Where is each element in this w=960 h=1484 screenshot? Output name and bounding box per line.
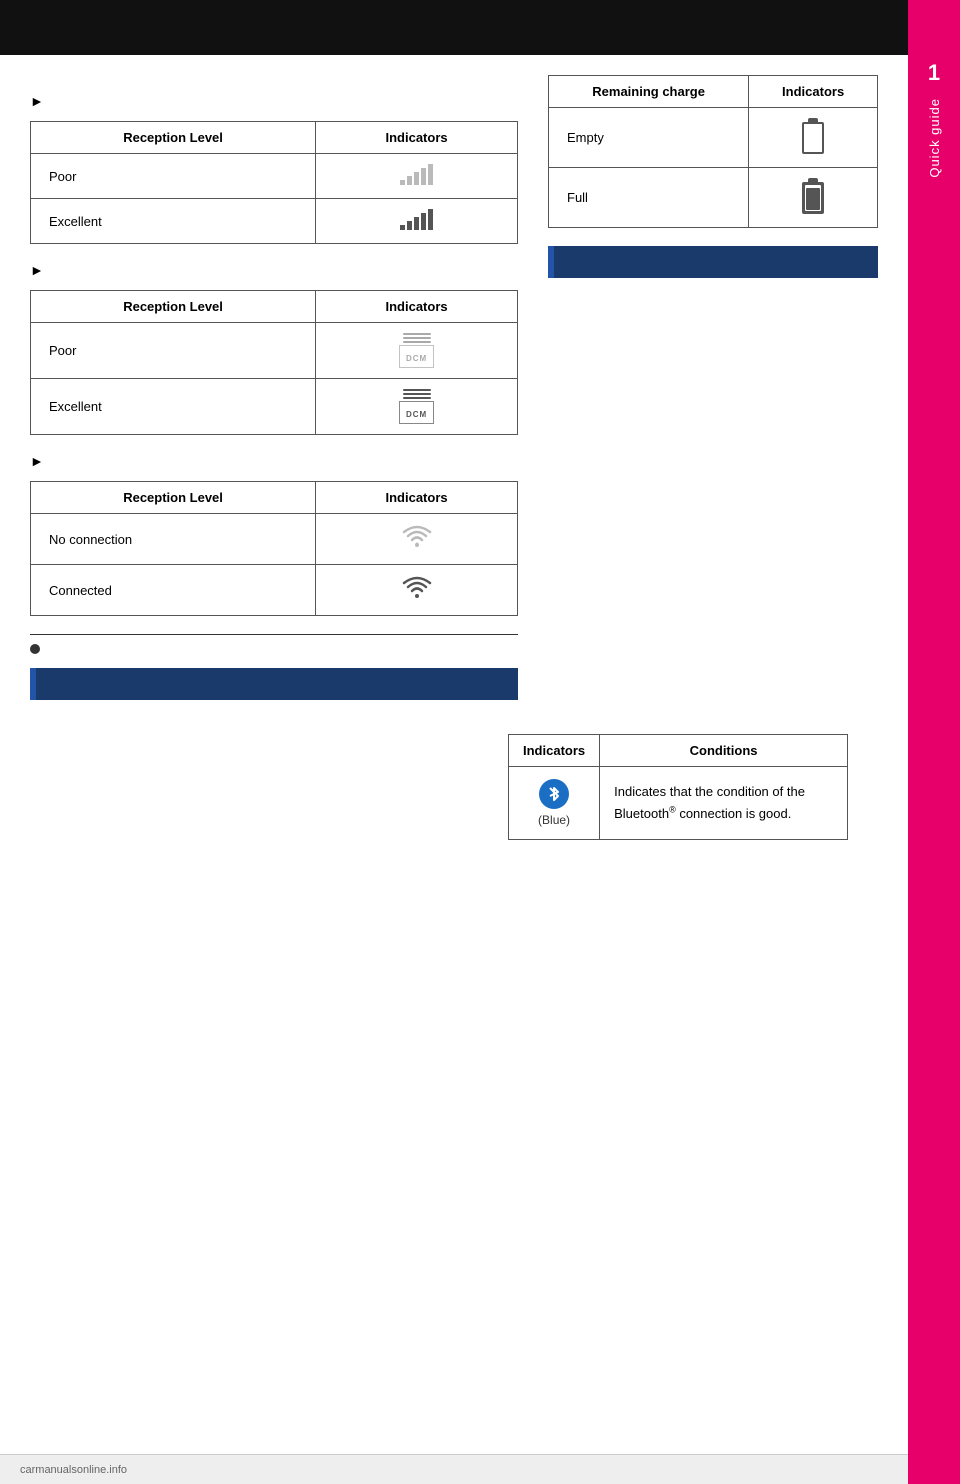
blue-note-box-left bbox=[30, 668, 518, 700]
table4-header1: Remaining charge bbox=[549, 76, 749, 108]
table-row: Connected bbox=[31, 565, 518, 616]
table-row: Excellent DCM bbox=[31, 379, 518, 435]
table-row: Empty bbox=[549, 108, 878, 168]
section-header-1: ► bbox=[30, 93, 518, 109]
table4-row1-level: Empty bbox=[549, 108, 749, 168]
two-col-layout: ► Reception Level Indicators Poor bbox=[30, 75, 878, 714]
table3-header1: Reception Level bbox=[31, 482, 316, 514]
table1-row1-indicator bbox=[316, 154, 518, 199]
wifi-noconnection-icon bbox=[402, 524, 432, 554]
bottom-section: Indicators Conditions (Blue) bbox=[30, 734, 878, 840]
signal-poor-icon bbox=[400, 164, 433, 185]
section-header-2: ► bbox=[30, 262, 518, 278]
table5-header1: Indicators bbox=[509, 735, 600, 767]
triangle-icon-1: ► bbox=[30, 93, 44, 109]
table-row: No connection bbox=[31, 514, 518, 565]
table5-header2: Conditions bbox=[600, 735, 848, 767]
dcm-poor-icon: DCM bbox=[330, 333, 503, 368]
wifi-connected-icon bbox=[402, 575, 432, 605]
triangle-icon-2: ► bbox=[30, 262, 44, 278]
battery-empty-icon bbox=[802, 118, 824, 154]
table2-row2-indicator: DCM bbox=[316, 379, 518, 435]
bullet-circle-icon bbox=[30, 644, 40, 654]
table-row: Poor bbox=[31, 154, 518, 199]
table-row: Excellent bbox=[31, 199, 518, 244]
table3-row1-indicator bbox=[316, 514, 518, 565]
table5-row1-indicator: (Blue) bbox=[509, 767, 600, 840]
signal-excellent-icon bbox=[400, 209, 433, 230]
top-bar bbox=[0, 0, 960, 55]
chapter-number: 1 bbox=[928, 60, 940, 86]
table1-row2-level: Excellent bbox=[31, 199, 316, 244]
table4-row1-indicator bbox=[749, 108, 878, 168]
sidebar-label: Quick guide bbox=[927, 98, 942, 178]
right-sidebar: 1 Quick guide bbox=[908, 0, 960, 1484]
table2-header1: Reception Level bbox=[31, 291, 316, 323]
table1-header1: Reception Level bbox=[31, 122, 316, 154]
table-row: Poor DCM bbox=[31, 323, 518, 379]
table2-row1-level: Poor bbox=[31, 323, 316, 379]
table1-row2-indicator bbox=[316, 199, 518, 244]
table3-row2-indicator bbox=[316, 565, 518, 616]
bluetooth-circle-icon bbox=[539, 779, 569, 809]
table3-row2-level: Connected bbox=[31, 565, 316, 616]
blue-note-box-right bbox=[548, 246, 878, 278]
dcm-excellent-icon: DCM bbox=[330, 389, 503, 424]
table2-header2: Indicators bbox=[316, 291, 518, 323]
table-signal-phone: Reception Level Indicators Poor bbox=[30, 121, 518, 244]
footer-url: carmanualsonline.info bbox=[20, 1464, 127, 1476]
table-row: Full bbox=[549, 168, 878, 228]
table5-row1-condition: Indicates that the condition of the Blue… bbox=[600, 767, 848, 840]
bullet-item bbox=[30, 641, 518, 654]
divider bbox=[30, 634, 518, 635]
table-battery: Remaining charge Indicators Empty bbox=[548, 75, 878, 228]
bluetooth-icon: (Blue) bbox=[523, 779, 585, 827]
table-bluetooth: Indicators Conditions (Blue) bbox=[508, 734, 848, 840]
right-column: Remaining charge Indicators Empty bbox=[548, 75, 878, 714]
triangle-icon-3: ► bbox=[30, 453, 44, 469]
main-content: ► Reception Level Indicators Poor bbox=[0, 55, 908, 860]
table-row: (Blue) Indicates that the condition of t… bbox=[509, 767, 848, 840]
table2-row2-level: Excellent bbox=[31, 379, 316, 435]
table1-row1-level: Poor bbox=[31, 154, 316, 199]
battery-full-icon bbox=[802, 178, 824, 214]
footer-bar: carmanualsonline.info bbox=[0, 1454, 908, 1484]
table-dcm: Reception Level Indicators Poor bbox=[30, 290, 518, 435]
bluetooth-label: (Blue) bbox=[538, 813, 570, 827]
left-column: ► Reception Level Indicators Poor bbox=[30, 75, 518, 714]
table4-row2-indicator bbox=[749, 168, 878, 228]
table-wifi: Reception Level Indicators No connection bbox=[30, 481, 518, 616]
table4-row2-level: Full bbox=[549, 168, 749, 228]
table3-header2: Indicators bbox=[316, 482, 518, 514]
table2-row1-indicator: DCM bbox=[316, 323, 518, 379]
condition-text: Indicates that the condition of the Blue… bbox=[614, 784, 805, 821]
table1-header2: Indicators bbox=[316, 122, 518, 154]
table3-row1-level: No connection bbox=[31, 514, 316, 565]
table4-header2: Indicators bbox=[749, 76, 878, 108]
section-header-3: ► bbox=[30, 453, 518, 469]
